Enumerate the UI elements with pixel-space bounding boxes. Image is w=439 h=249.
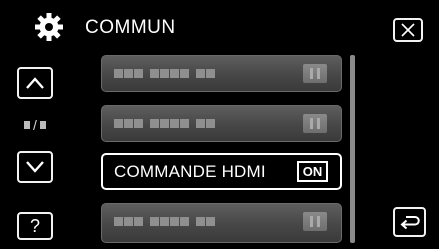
menu-item[interactable] <box>101 55 342 92</box>
close-button[interactable] <box>393 18 423 42</box>
page-title: COMMUN <box>85 17 176 38</box>
menu-item-placeholder <box>114 119 215 128</box>
return-icon <box>399 216 420 230</box>
menu-item-label: COMMANDE HDMI <box>114 162 266 181</box>
menu-item-hdmi-control[interactable]: COMMANDE HDMI ON <box>101 153 342 190</box>
menu-item-placeholder <box>114 69 215 78</box>
gear-icon <box>35 13 63 41</box>
menu-item[interactable] <box>101 105 342 142</box>
help-button[interactable]: ? <box>17 212 53 240</box>
chevron-down-icon <box>26 161 44 173</box>
page-indicator: / <box>20 117 50 133</box>
scroll-up-button[interactable] <box>17 67 53 99</box>
menu-item-placeholder <box>114 217 215 226</box>
close-icon <box>401 23 415 37</box>
page-indicator-total <box>39 121 46 129</box>
menu-item-value-placeholder <box>303 212 327 231</box>
help-label: ? <box>29 216 40 236</box>
status-badge: ON <box>297 161 328 182</box>
page-indicator-separator: / <box>33 117 37 133</box>
menu-item-value-placeholder <box>303 114 327 133</box>
chevron-up-icon <box>26 77 44 89</box>
scrollbar[interactable] <box>350 55 355 243</box>
page-indicator-current <box>24 121 31 129</box>
back-button[interactable] <box>393 207 426 237</box>
scroll-down-button[interactable] <box>17 151 53 183</box>
menu-item-value-placeholder <box>303 64 327 83</box>
menu-item[interactable] <box>101 203 342 243</box>
